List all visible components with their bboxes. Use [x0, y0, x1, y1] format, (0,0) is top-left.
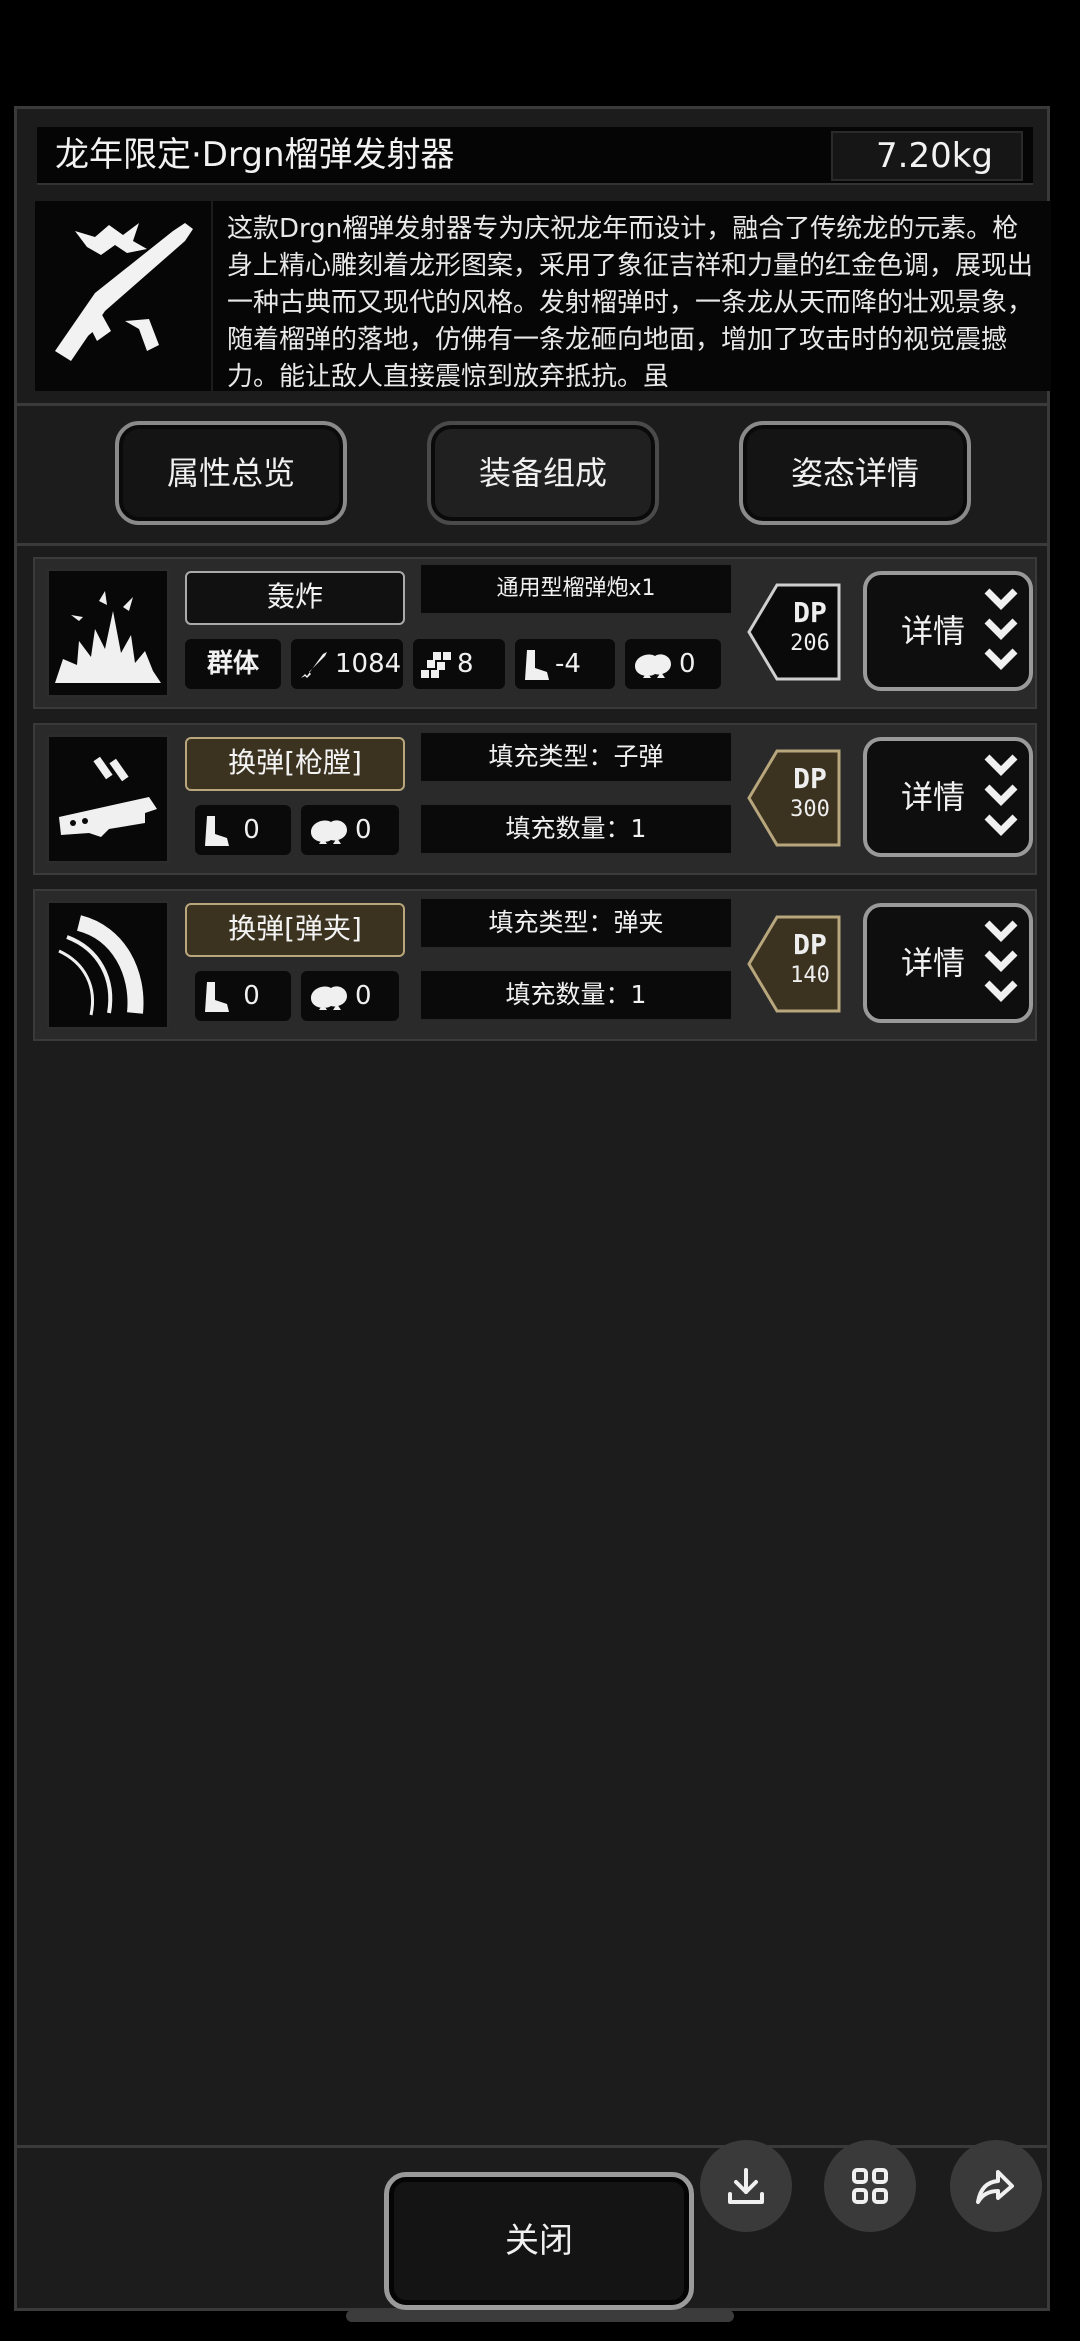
boot-icon [205, 981, 229, 1012]
move-stat: 0 [195, 971, 291, 1021]
boot-icon [205, 815, 229, 846]
home-indicator[interactable] [346, 2310, 734, 2322]
reload-chamber-icon [47, 735, 169, 863]
noise-stat: 0 [625, 639, 721, 689]
dp-label: DP [793, 928, 827, 961]
speed-stat: 8 [413, 639, 505, 689]
weight-value: 7.20kg [876, 136, 993, 176]
chevron-down-icon [984, 754, 1018, 836]
download-icon [728, 2168, 764, 2204]
dp-cost-badge: DP 206 [747, 583, 841, 681]
tab-attributes[interactable]: 属性总览 [115, 421, 347, 525]
weapon-description: 这款Drgn榴弹发射器专为庆祝龙年而设计，融合了传统龙的元素。枪身上精心雕刻着龙… [227, 214, 1034, 391]
dp-value: 140 [790, 963, 830, 988]
tab-stance[interactable]: 姿态详情 [739, 421, 971, 525]
chevron-down-icon [984, 920, 1018, 1002]
title-bar: 龙年限定·Drgn榴弹发射器 7.20kg [37, 127, 1033, 185]
weapon-title: 龙年限定·Drgn榴弹发射器 [55, 135, 455, 175]
close-button[interactable]: 关闭 [384, 2172, 694, 2310]
grid-icon [852, 2168, 888, 2204]
target-type: 群体 [185, 639, 281, 689]
share-button[interactable] [950, 2140, 1042, 2232]
action-row-bombard: 轰炸 通用型榴弹炮x1 群体 1084 8 -4 0 DP 206 详情 [33, 557, 1037, 709]
description-box[interactable]: 这款Drgn榴弹发射器专为庆祝龙年而设计，融合了传统龙的元素。枪身上精心雕刻着龙… [213, 201, 1051, 391]
explosion-icon [47, 569, 169, 697]
sword-icon [301, 651, 327, 678]
move-stat: 0 [195, 805, 291, 855]
divider [17, 543, 1047, 546]
action-name: 换弹[枪膛] [185, 737, 405, 791]
details-button[interactable]: 详情 [863, 737, 1033, 857]
share-icon [976, 2170, 1014, 2204]
action-name: 轰炸 [185, 571, 405, 625]
weapon-config: 通用型榴弹炮x1 [421, 565, 731, 613]
move-stat: -4 [515, 639, 615, 689]
action-row-reload-magazine: 换弹[弹夹] 填充类型：弹夹 填充数量：1 0 0 DP 140 详情 [33, 889, 1037, 1041]
checker-flag-icon [421, 651, 451, 678]
reload-magazine-icon [47, 901, 169, 1029]
weight-box: 7.20kg [831, 131, 1023, 181]
tab-equipment[interactable]: 装备组成 [427, 421, 659, 525]
dp-label: DP [793, 596, 827, 629]
grid-button[interactable] [824, 2140, 916, 2232]
dp-cost-badge: DP 140 [747, 915, 841, 1013]
action-name: 换弹[弹夹] [185, 903, 405, 957]
boot-icon [525, 649, 549, 680]
dragon-grenade-launcher-icon [35, 201, 211, 391]
details-button[interactable]: 详情 [863, 571, 1033, 691]
dp-cost-badge: DP 300 [747, 749, 841, 847]
dp-label: DP [793, 762, 827, 795]
noise-stat: 0 [301, 971, 399, 1021]
fill-type: 填充类型：子弹 [421, 733, 731, 781]
details-button[interactable]: 详情 [863, 903, 1033, 1023]
attack-stat: 1084 [291, 639, 403, 689]
weapon-detail-panel: 龙年限定·Drgn榴弹发射器 7.20kg 这款Drgn榴弹发射器专为庆祝龙年而… [14, 106, 1051, 2311]
fill-count: 填充数量：1 [421, 805, 731, 853]
noise-stat: 0 [301, 805, 399, 855]
dp-value: 300 [790, 797, 830, 822]
fill-count: 填充数量：1 [421, 971, 731, 1019]
noise-icon [635, 653, 671, 678]
chevron-down-icon [984, 588, 1018, 670]
noise-icon [311, 819, 347, 844]
divider [17, 403, 1047, 406]
dp-value: 206 [790, 631, 830, 656]
download-button[interactable] [700, 2140, 792, 2232]
fill-type: 填充类型：弹夹 [421, 899, 731, 947]
noise-icon [311, 985, 347, 1010]
action-row-reload-chamber: 换弹[枪膛] 填充类型：子弹 填充数量：1 0 0 DP 300 详情 [33, 723, 1037, 875]
